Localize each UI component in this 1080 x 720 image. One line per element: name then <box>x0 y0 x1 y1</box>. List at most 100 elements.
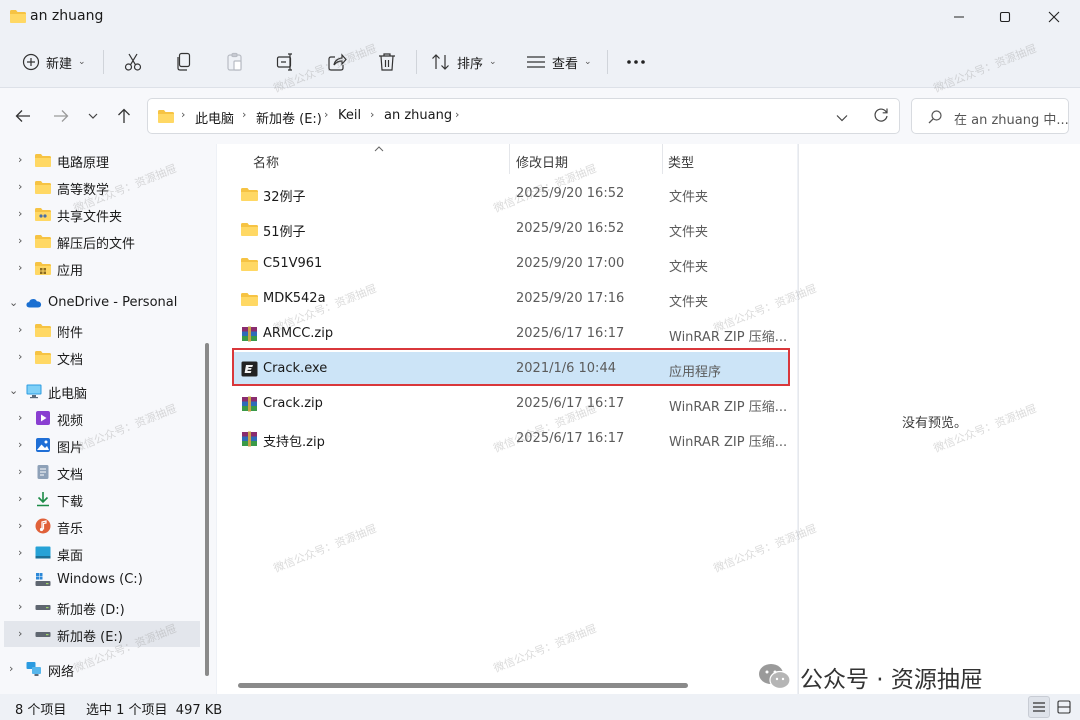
column-divider[interactable] <box>509 144 510 174</box>
address-bar[interactable]: › 此电脑 › 新加卷 (E:) › Keil › an zhuang › <box>147 98 900 134</box>
recent-locations-button[interactable] <box>83 104 103 128</box>
share-icon <box>328 53 347 71</box>
network-icon <box>26 662 41 676</box>
chevron-right-icon[interactable]: › <box>18 350 22 363</box>
sidebar-item-documents[interactable]: › 文档 <box>0 459 200 485</box>
column-header-name[interactable]: 名称 <box>253 152 279 171</box>
music-icon <box>35 518 51 534</box>
horizontal-scrollbar[interactable] <box>238 683 688 688</box>
refresh-button[interactable] <box>873 107 889 127</box>
cut-icon <box>124 53 142 71</box>
chevron-right-icon[interactable]: › <box>18 573 22 586</box>
sidebar-item-onedrive[interactable]: ⌄ OneDrive - Personal <box>0 290 200 316</box>
sidebar-item-network[interactable]: › 网络 <box>0 656 200 682</box>
chevron-right-icon[interactable]: › <box>18 627 22 640</box>
table-row[interactable]: Crack.zip 2025/6/17 16:17 WinRAR ZIP 压缩.… <box>232 387 788 421</box>
sidebar-item-label: 视频 <box>57 414 84 429</box>
chevron-right-icon[interactable]: › <box>18 411 22 424</box>
table-row[interactable]: 51例子 2025/9/20 16:52 文件夹 <box>232 212 788 246</box>
folder-icon <box>35 235 51 248</box>
column-header-date-modified[interactable]: 修改日期 <box>516 152 568 171</box>
new-button[interactable]: 新建 ⌄ <box>22 48 86 76</box>
sidebar-item-downloads[interactable]: › 下载 <box>0 486 200 512</box>
table-row[interactable]: MDK542a 2025/9/20 17:16 文件夹 <box>232 282 788 316</box>
folder-icon <box>158 110 174 123</box>
table-row[interactable]: C51V961 2025/9/20 17:00 文件夹 <box>232 247 788 281</box>
more-button[interactable] <box>626 48 646 76</box>
address-dropdown-button[interactable] <box>836 111 848 126</box>
sidebar-item-onedrive-documents[interactable]: › 文档 <box>0 344 200 370</box>
delete-button[interactable] <box>378 48 396 76</box>
chevron-right-icon[interactable]: › <box>18 600 22 613</box>
chevron-right-icon[interactable]: › <box>18 234 22 247</box>
breadcrumb-this-pc[interactable]: 此电脑 <box>195 108 234 127</box>
view-button[interactable]: 查看 ⌄ <box>526 48 592 76</box>
sidebar-item-pictures[interactable]: › 图片 <box>0 432 200 458</box>
sidebar-item-label: 附件 <box>57 326 84 341</box>
sidebar-scrollbar[interactable] <box>205 343 209 676</box>
file-date: 2025/6/17 16:17 <box>516 326 625 341</box>
search-box[interactable]: 在 an zhuang 中... <box>911 98 1069 134</box>
cut-button[interactable] <box>123 48 143 76</box>
chevron-right-icon[interactable]: › <box>18 207 22 220</box>
chevron-right-icon[interactable]: › <box>9 662 13 675</box>
sidebar-item-drive-e[interactable]: › 新加卷 (E:) <box>4 621 200 647</box>
chevron-right-icon[interactable]: › <box>18 180 22 193</box>
chevron-down-icon[interactable]: ⌄ <box>9 384 18 397</box>
file-date: 2025/6/17 16:17 <box>516 431 625 446</box>
share-button[interactable] <box>327 48 347 76</box>
sidebar-item-desktop[interactable]: › 桌面 <box>0 540 200 566</box>
up-button[interactable] <box>112 104 136 128</box>
wechat-icon <box>759 664 791 690</box>
sort-button[interactable]: 排序 ⌄ <box>431 48 497 76</box>
sidebar-item-apps[interactable]: › 应用 <box>0 255 200 281</box>
view-icon <box>527 56 545 68</box>
title-bar: an zhuang <box>0 0 1080 36</box>
chevron-down-icon[interactable]: ⌄ <box>9 296 18 309</box>
sidebar-item-windows-c[interactable]: › Windows (C:) <box>0 567 200 593</box>
copy-button[interactable] <box>175 48 193 76</box>
forward-button[interactable] <box>49 104 73 128</box>
sidebar-item-attachments[interactable]: › 附件 <box>0 317 200 343</box>
breadcrumb-keil[interactable]: Keil <box>338 108 361 123</box>
chevron-right-icon[interactable]: › <box>18 546 22 559</box>
close-button[interactable] <box>1030 0 1078 34</box>
chevron-right-icon[interactable]: › <box>18 323 22 336</box>
chevron-down-icon: ⌄ <box>78 57 86 67</box>
chevron-right-icon[interactable]: › <box>18 153 22 166</box>
table-row[interactable]: ARMCC.zip 2025/6/17 16:17 WinRAR ZIP 压缩.… <box>232 317 788 351</box>
sidebar-item-drive-d[interactable]: › 新加卷 (D:) <box>0 594 200 620</box>
sidebar-item-music[interactable]: › 音乐 <box>0 513 200 539</box>
selection-info: 选中 1 个项目 497 KB <box>86 703 223 718</box>
folder-icon <box>35 324 51 337</box>
chevron-right-icon[interactable]: › <box>18 438 22 451</box>
details-view-button[interactable] <box>1028 696 1050 718</box>
back-button[interactable] <box>11 104 35 128</box>
rename-button[interactable] <box>276 48 296 76</box>
shared-folder-icon <box>35 208 51 221</box>
sidebar-item-this-pc[interactable]: ⌄ 此电脑 <box>0 378 200 404</box>
file-name: ARMCC.zip <box>263 326 334 341</box>
breadcrumb-an-zhuang[interactable]: an zhuang <box>384 108 452 123</box>
table-row[interactable]: 支持包.zip 2025/6/17 16:17 WinRAR ZIP 压缩... <box>232 422 788 456</box>
breadcrumb-drive-e[interactable]: 新加卷 (E:) <box>256 108 322 127</box>
table-row[interactable]: 32例子 2025/9/20 16:52 文件夹 <box>232 177 788 211</box>
chevron-right-icon: › <box>370 108 375 121</box>
minimize-button[interactable] <box>935 0 983 34</box>
chevron-right-icon[interactable]: › <box>18 492 22 505</box>
sidebar-item-label: 应用 <box>57 264 84 279</box>
tiles-view-button[interactable] <box>1053 696 1075 718</box>
paste-button[interactable] <box>226 48 244 76</box>
column-divider[interactable] <box>662 144 663 174</box>
maximize-icon <box>999 11 1011 23</box>
sidebar-item-circuit-theory[interactable]: › 电路原理 <box>0 147 200 173</box>
sidebar-item-advanced-math[interactable]: › 高等数学 <box>0 174 200 200</box>
chevron-right-icon[interactable]: › <box>18 465 22 478</box>
sidebar-item-shared-folder[interactable]: › 共享文件夹 <box>0 201 200 227</box>
maximize-button[interactable] <box>981 0 1029 34</box>
sidebar-item-extracted-files[interactable]: › 解压后的文件 <box>0 228 200 254</box>
sidebar-item-videos[interactable]: › 视频 <box>0 405 200 431</box>
chevron-right-icon[interactable]: › <box>18 519 22 532</box>
column-header-type[interactable]: 类型 <box>668 152 694 171</box>
chevron-right-icon[interactable]: › <box>18 261 22 274</box>
